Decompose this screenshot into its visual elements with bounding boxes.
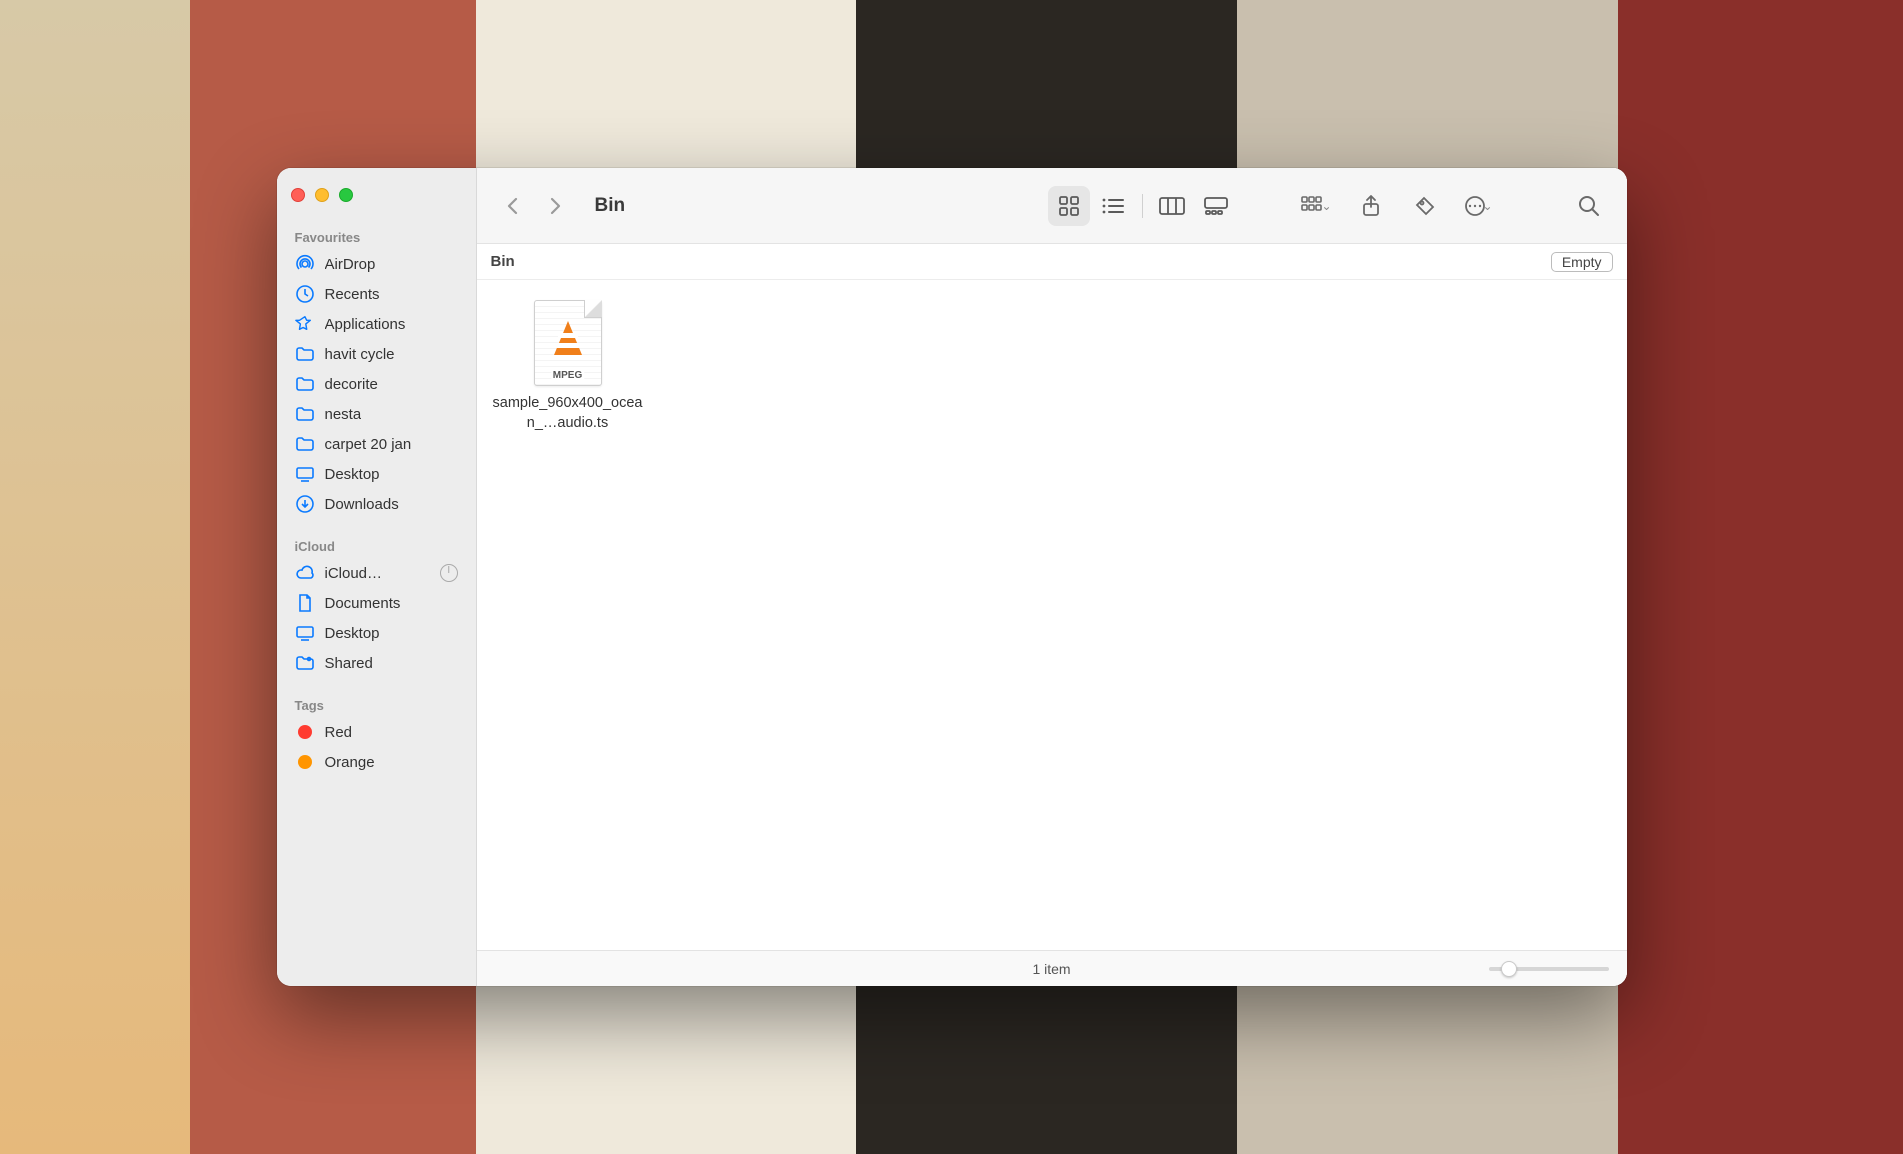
file-item[interactable]: MPEG sample_960x400_ocean_…audio.ts — [493, 296, 643, 433]
status-bar: 1 item — [477, 950, 1627, 986]
chevron-down-icon: ⌄ — [1321, 199, 1331, 213]
forward-button[interactable] — [537, 188, 573, 224]
folder-icon — [295, 404, 315, 424]
sidebar-item[interactable]: Desktop — [285, 459, 468, 489]
sidebar-item-label: Orange — [325, 754, 375, 771]
shared-icon — [295, 653, 315, 673]
window-controls — [285, 182, 468, 224]
sidebar-item[interactable]: Documents — [285, 588, 468, 618]
sidebar-item-label: nesta — [325, 406, 362, 423]
column-view-button[interactable] — [1151, 186, 1193, 226]
icon-view-button[interactable] — [1048, 186, 1090, 226]
sidebar-item-label: Desktop — [325, 466, 380, 483]
tag-icon — [295, 752, 315, 772]
sidebar-section-label: iCloud — [285, 533, 468, 558]
path-bar: Bin Empty — [477, 244, 1627, 280]
chevron-down-icon: ⌄ — [1482, 199, 1492, 213]
cloud-icon — [295, 563, 315, 583]
sidebar-item-label: Downloads — [325, 496, 399, 513]
empty-trash-button[interactable]: Empty — [1551, 252, 1613, 272]
sidebar-item-label: decorite — [325, 376, 378, 393]
sidebar-item[interactable]: Downloads — [285, 489, 468, 519]
main-pane: Bin ⌄ — [477, 168, 1627, 986]
folder-icon — [295, 434, 315, 454]
sidebar-item[interactable]: iCloud… — [285, 558, 468, 588]
sidebar-item[interactable]: Red — [285, 717, 468, 747]
icon-size-slider[interactable] — [1489, 967, 1609, 971]
sidebar-item[interactable]: Desktop — [285, 618, 468, 648]
window-title: Bin — [591, 195, 626, 217]
sidebar-item-label: Shared — [325, 655, 373, 672]
airdrop-icon — [295, 254, 315, 274]
tags-button[interactable] — [1405, 186, 1445, 226]
sidebar-item[interactable]: carpet 20 jan — [285, 429, 468, 459]
download-icon — [295, 494, 315, 514]
toolbar: Bin ⌄ — [477, 168, 1627, 244]
sidebar-item[interactable]: Applications — [285, 309, 468, 339]
desktop-icon — [295, 623, 315, 643]
view-switcher — [1048, 186, 1237, 226]
sidebar-item-label: Desktop — [325, 625, 380, 642]
sidebar-item[interactable]: Recents — [285, 279, 468, 309]
file-icon: MPEG — [534, 300, 602, 386]
sidebar-item[interactable]: havit cycle — [285, 339, 468, 369]
back-button[interactable] — [495, 188, 531, 224]
sidebar-item[interactable]: AirDrop — [285, 249, 468, 279]
sidebar-item-label: havit cycle — [325, 346, 395, 363]
clock-icon — [295, 284, 315, 304]
desktop-icon — [295, 464, 315, 484]
sidebar-item[interactable]: Orange — [285, 747, 468, 777]
gallery-view-button[interactable] — [1195, 186, 1237, 226]
sidebar-item[interactable]: nesta — [285, 399, 468, 429]
file-name: sample_960x400_ocean_…audio.ts — [493, 394, 643, 433]
sidebar-item-label: carpet 20 jan — [325, 436, 412, 453]
apps-icon — [295, 314, 315, 334]
sidebar-item-label: Documents — [325, 595, 401, 612]
zoom-window-button[interactable] — [339, 188, 353, 202]
search-button[interactable] — [1569, 186, 1609, 226]
minimize-window-button[interactable] — [315, 188, 329, 202]
item-count: 1 item — [1032, 961, 1070, 977]
sidebar: Favourites AirDrop Recents Applications havi… — [277, 168, 477, 986]
sidebar-item[interactable]: Shared — [285, 648, 468, 678]
sidebar-item[interactable]: decorite — [285, 369, 468, 399]
sidebar-item-label: Applications — [325, 316, 406, 333]
folder-icon — [295, 344, 315, 364]
close-window-button[interactable] — [291, 188, 305, 202]
sidebar-item-label: Recents — [325, 286, 380, 303]
list-view-button[interactable] — [1092, 186, 1134, 226]
tag-icon — [295, 722, 315, 742]
action-button[interactable]: ⌄ — [1459, 186, 1499, 226]
path-location: Bin — [491, 253, 515, 270]
sidebar-item-label: iCloud… — [325, 565, 383, 582]
sidebar-section-label: Tags — [285, 692, 468, 717]
format-badge: MPEG — [551, 370, 584, 381]
progress-indicator-icon — [440, 564, 458, 582]
separator — [1142, 194, 1143, 218]
document-icon — [295, 593, 315, 613]
finder-window: Favourites AirDrop Recents Applications havi… — [277, 168, 1627, 986]
sidebar-item-label: Red — [325, 724, 353, 741]
share-button[interactable] — [1351, 186, 1391, 226]
file-area[interactable]: MPEG sample_960x400_ocean_…audio.ts — [477, 280, 1627, 950]
sidebar-section-label: Favourites — [285, 224, 468, 249]
slider-knob[interactable] — [1501, 961, 1517, 977]
sidebar-item-label: AirDrop — [325, 256, 376, 273]
folder-icon — [295, 374, 315, 394]
group-by-button[interactable]: ⌄ — [1297, 186, 1337, 226]
